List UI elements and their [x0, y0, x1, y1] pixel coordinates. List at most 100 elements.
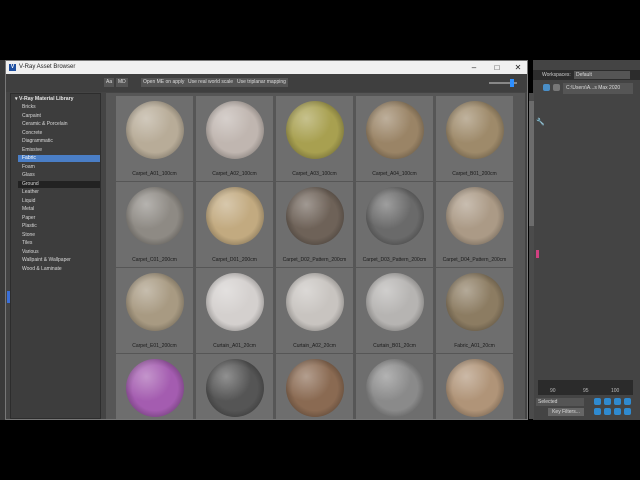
material-name: Carpet_D02_Pattern_200cm	[282, 257, 347, 263]
material-tile[interactable]: Fabric_A01_20cm	[436, 268, 513, 353]
category-item[interactable]: Various	[18, 249, 100, 256]
material-preview-sphere	[446, 101, 504, 159]
material-preview-sphere	[366, 101, 424, 159]
real-world-scale-toggle[interactable]: Use real world scale	[186, 78, 236, 87]
scrollbar-thumb[interactable]	[529, 101, 534, 226]
material-preview-sphere	[206, 101, 264, 159]
category-item[interactable]: Stone	[18, 232, 100, 239]
material-tile[interactable]	[356, 354, 433, 419]
folder-browse-icon[interactable]	[553, 84, 560, 91]
material-preview-sphere	[286, 187, 344, 245]
maximize-icon[interactable]: □	[490, 63, 504, 72]
close-icon[interactable]: ✕	[511, 63, 525, 72]
material-tile[interactable]: Carpet_A04_100cm	[356, 96, 433, 181]
material-preview-sphere	[206, 187, 264, 245]
search-icon[interactable]	[594, 398, 601, 405]
zoom-extents-icon[interactable]	[624, 398, 631, 405]
material-name: Carpet_E01_200cm	[132, 343, 177, 349]
material-name: Carpet_D03_Pattern_200cm	[362, 257, 427, 263]
category-item[interactable]: Emissive	[18, 147, 100, 154]
material-preview-sphere	[286, 273, 344, 331]
orbit-icon[interactable]	[614, 408, 621, 415]
material-tile[interactable]: Carpet_A02_100cm	[196, 96, 273, 181]
material-tile[interactable]: Carpet_D03_Pattern_200cm	[356, 182, 433, 267]
material-tile[interactable]: Carpet_A01_100cm	[116, 96, 193, 181]
material-tile[interactable]	[276, 354, 353, 419]
material-tile[interactable]: Carpet_D01_200cm	[196, 182, 273, 267]
category-item[interactable]: Bricks	[18, 104, 100, 111]
vray-logo-icon: V	[9, 64, 16, 71]
material-preview-sphere	[126, 101, 184, 159]
material-name: Carpet_D01_200cm	[212, 257, 257, 263]
material-tile[interactable]: Curtain_A01_20cm	[196, 268, 273, 353]
material-preview-sphere	[446, 187, 504, 245]
material-tile[interactable]: Carpet_D04_Pattern_200cm	[436, 182, 513, 267]
max-command-panel	[533, 60, 640, 420]
category-item[interactable]: Tiles	[18, 240, 100, 247]
maximize-viewport-icon[interactable]	[624, 408, 631, 415]
material-tile[interactable]: Carpet_A03_100cm	[276, 96, 353, 181]
material-preview-sphere	[206, 359, 264, 417]
material-tile[interactable]: Curtain_B01_20cm	[356, 268, 433, 353]
category-item[interactable]: Carpaint	[18, 113, 100, 120]
category-item[interactable]: Metal	[18, 206, 100, 213]
material-tile[interactable]: Carpet_D02_Pattern_200cm	[276, 182, 353, 267]
zoom-all-icon[interactable]	[614, 398, 621, 405]
slider-handle[interactable]	[510, 79, 514, 87]
material-preview-sphere	[366, 273, 424, 331]
ruler-tick-label: 95	[583, 388, 589, 394]
md-button[interactable]: MD	[116, 78, 128, 87]
material-tile[interactable]	[436, 354, 513, 419]
material-tile[interactable]	[196, 354, 273, 419]
material-preview-sphere	[446, 359, 504, 417]
category-item[interactable]: Paper	[18, 215, 100, 222]
field-of-view-icon[interactable]	[594, 408, 601, 415]
ruler-tick-label: 90	[550, 388, 556, 394]
library-title[interactable]: ▾ V-Ray Material Library	[15, 96, 74, 102]
material-preview-sphere	[126, 187, 184, 245]
material-tile[interactable]: Carpet_B01_200cm	[436, 96, 513, 181]
category-item[interactable]: Wallpaint & Wallpaper	[18, 257, 100, 264]
asset-browser-window: V V-Ray Asset Browser – □ ✕ Aa MD Open M…	[5, 60, 534, 420]
material-name: Curtain_B01_20cm	[373, 343, 416, 349]
category-item[interactable]: Leather	[18, 189, 100, 196]
material-tile[interactable]: Carpet_E01_200cm	[116, 268, 193, 353]
sidebar-edge-marker	[7, 291, 10, 303]
category-item[interactable]: Liquid	[18, 198, 100, 205]
workspaces-label: Workspaces:	[542, 72, 571, 78]
pan-icon[interactable]	[604, 408, 611, 415]
material-name: Carpet_A01_100cm	[132, 171, 177, 177]
key-filters-button[interactable]: Key Filters...	[548, 408, 584, 416]
title-bar[interactable]: V V-Ray Asset Browser – □ ✕	[6, 61, 527, 74]
material-preview-sphere	[206, 273, 264, 331]
window-title: V-Ray Asset Browser	[19, 64, 76, 70]
category-item[interactable]: Concrete	[18, 130, 100, 137]
material-name: Carpet_B01_200cm	[452, 171, 497, 177]
material-tile[interactable]: Carpet_C01_200cm	[116, 182, 193, 267]
minimize-icon[interactable]: –	[467, 63, 481, 72]
category-item[interactable]: Wood & Laminate	[18, 266, 100, 273]
zoom-icon[interactable]	[604, 398, 611, 405]
category-item[interactable]: Ceramic & Porcelain	[18, 121, 100, 128]
open-me-on-apply-toggle[interactable]: Open ME on apply	[141, 78, 187, 87]
wrench-icon[interactable]: 🔧	[536, 118, 545, 126]
category-item[interactable]: Diagrammatic	[18, 138, 100, 145]
category-item[interactable]: Fabric	[18, 155, 100, 162]
material-grid: Carpet_A01_100cm Carpet_A02_100cm Carpet_A…	[106, 93, 525, 419]
project-folder-icon[interactable]	[543, 84, 550, 91]
material-preview-sphere	[286, 101, 344, 159]
category-item[interactable]: Glass	[18, 172, 100, 179]
material-name: Curtain_A02_20cm	[293, 343, 336, 349]
material-tile[interactable]	[116, 354, 193, 419]
category-item[interactable]: Ground	[18, 180, 100, 188]
material-preview-sphere	[286, 359, 344, 417]
material-name: Curtain_A01_20cm	[213, 343, 256, 349]
workspaces-dropdown[interactable]: Default	[574, 71, 630, 79]
triplanar-mapping-toggle[interactable]: Use triplanar mapping	[235, 78, 288, 87]
match-case-button[interactable]: Aa	[104, 78, 115, 87]
material-tile[interactable]: Curtain_A02_20cm	[276, 268, 353, 353]
category-item[interactable]: Foam	[18, 164, 100, 171]
selection-dropdown[interactable]: Selected	[536, 398, 584, 406]
project-path-field[interactable]: C:\Users\A...s Max 2020	[563, 83, 633, 94]
category-item[interactable]: Plastic	[18, 223, 100, 230]
